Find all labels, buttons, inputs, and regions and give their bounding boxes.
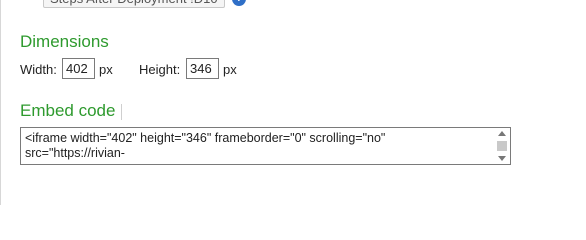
height-label: Height: — [139, 62, 181, 77]
width-label: Width: — [20, 62, 57, 77]
dimensions-title: Dimensions — [20, 32, 109, 51]
height-unit-label: px — [223, 62, 237, 77]
embed-code-textarea[interactable]: <iframe width="402" height="346" framebo… — [20, 127, 511, 165]
width-unit-label: px — [99, 62, 113, 77]
text-cursor — [121, 104, 122, 120]
scroll-up-arrow-icon[interactable] — [498, 131, 506, 136]
embed-settings-panel: Steps After Deployment !D10 ? Dimensions… — [0, 0, 586, 205]
embed-code-title: Embed code — [20, 101, 116, 120]
scroll-thumb[interactable] — [497, 141, 507, 151]
steps-after-deployment-button[interactable]: Steps After Deployment !D10 — [43, 0, 225, 8]
help-icon[interactable]: ? — [232, 0, 246, 6]
embed-code-scrollbar[interactable] — [495, 129, 509, 163]
scroll-down-arrow-icon[interactable] — [498, 156, 506, 161]
embed-code-text: <iframe width="402" height="346" framebo… — [25, 131, 386, 160]
width-input[interactable] — [62, 58, 95, 79]
height-input[interactable] — [186, 58, 219, 79]
